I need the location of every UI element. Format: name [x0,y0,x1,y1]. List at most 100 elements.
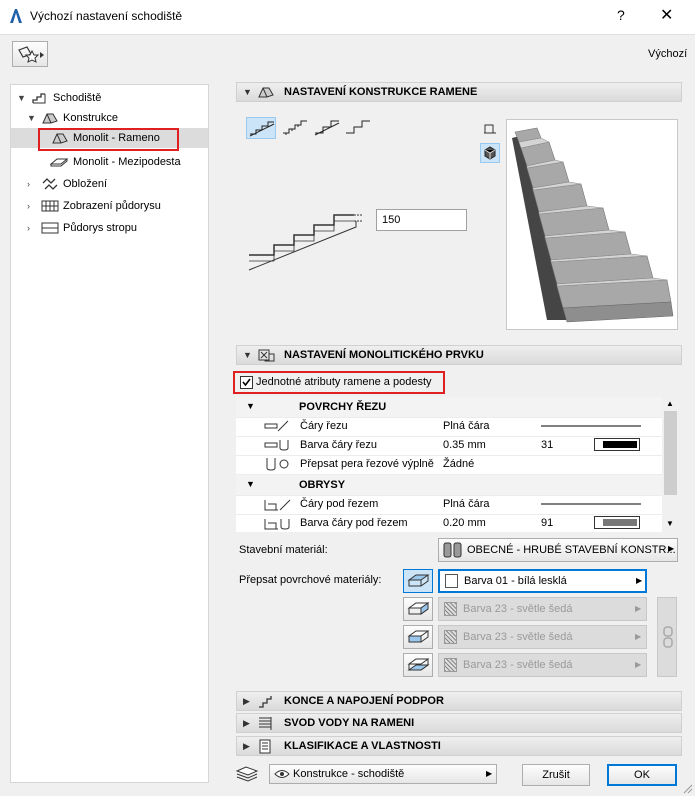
favorites-button[interactable] [12,41,48,67]
tree-label: Monolit - Mezipodesta [73,156,181,168]
chevron-right-icon[interactable]: › [27,174,30,194]
attr-name: Čáry řezu [300,420,348,432]
scroll-up-icon[interactable]: ▲ [666,399,674,408]
section-header-monolith[interactable]: ▼ NASTAVENÍ MONOLITICKÉHO PRVKU [236,345,682,365]
chevron-down-icon: ▼ [243,350,252,360]
table-row[interactable]: Barva čáry pod řezem 0.20 mm 91 [236,513,662,532]
section-title: NASTAVENÍ KONSTRUKCE RAMENE [284,86,478,98]
window-title: Výchozí nastavení schodiště [30,9,183,23]
resize-grip-icon[interactable] [682,783,694,795]
section-header-ends[interactable]: ▶ KONCE A NAPOJENÍ PODPOR [236,691,682,711]
plan-view-icon[interactable] [483,121,497,135]
attr-value[interactable]: Plná čára [443,498,489,510]
section-header-classification[interactable]: ▶ KLASIFIKACE A VLASTNOSTI [236,736,682,756]
building-material-dropdown[interactable]: OBECNÉ - HRUBÉ STAVEBNÍ KONSTR... ▶ [438,538,678,562]
favorites-icon [18,46,44,63]
surface-bottom-icon [407,658,430,671]
chevron-right-icon: ▶ [243,718,250,728]
material-swatch [445,574,458,588]
surface-front-icon [407,630,430,643]
surface-material-dropdown-4[interactable]: Barva 23 - světle šedá ▶ [438,653,647,677]
structure-icon [258,87,274,98]
chevron-right-icon[interactable]: › [27,218,30,238]
table-row[interactable]: Čáry pod řezem Plná čára [236,494,662,515]
scroll-thumb[interactable] [664,411,677,495]
chevron-down-icon[interactable]: ▼ [27,108,36,128]
model-view-dropdown[interactable]: Konstrukce - schodiště ▶ [269,764,497,784]
close-button[interactable]: ✕ [660,5,673,25]
attr-name: Čáry pod řezem [300,498,379,510]
surface-top-button[interactable] [403,569,433,593]
stair-type-icon [346,120,370,134]
pen-number: 31 [541,439,554,451]
highlight-box [38,128,179,151]
surface-material-dropdown-3[interactable]: Barva 23 - světle šedá ▶ [438,625,647,649]
cancel-button[interactable]: Zrušit [522,764,590,786]
stair-icon [32,93,46,104]
tree-item-structure[interactable]: ▼ Konstrukce [11,108,208,128]
material-swatch [444,658,457,672]
table-row[interactable]: Přepsat pera řezové výplně Žádné [236,454,662,475]
classification-icon [259,739,271,754]
thickness-input[interactable]: 150 [376,209,467,231]
surface-side-button[interactable] [403,597,433,621]
group-header-row[interactable]: ▼ OBRYSY [236,475,662,496]
attr-value[interactable]: Plná čára [443,420,489,432]
surface-bottom-button[interactable] [403,653,433,677]
chevron-down-icon[interactable]: ▼ [246,401,255,411]
tree-item-floor-plan[interactable]: › Zobrazení půdorysu [11,196,208,216]
chevron-right-icon: ▶ [635,632,642,641]
section-header-drainage[interactable]: ▶ SVOD VODY NA RAMENI [236,713,682,733]
tree-label: Konstrukce [63,112,119,124]
stair-type-4-button[interactable] [343,117,373,139]
3d-view-button[interactable] [480,143,500,163]
chevron-right-icon: ▶ [636,576,643,585]
override-surface-label: Přepsat povrchové materiály: [239,574,382,586]
link-materials-button[interactable] [657,597,677,677]
table-row[interactable]: Barva čáry řezu 0.35 mm 31 [236,435,662,456]
stair-type-icon [283,120,307,135]
surface-material-dropdown-2[interactable]: Barva 23 - světle šedá ▶ [438,597,647,621]
pen-color-swatch[interactable] [594,516,640,529]
surface-material-dropdown-1[interactable]: Barva 01 - bílá lesklá ▶ [438,569,647,593]
pen-number: 91 [541,517,554,529]
attr-value[interactable]: 0.35 mm [443,439,486,451]
tree-item-stair[interactable]: ▼ Schodiště [11,88,208,108]
stair-type-3-button[interactable] [312,117,342,139]
tree-item-finish[interactable]: › Obložení [11,174,208,194]
chevron-right-icon: ▶ [635,604,642,613]
attr-name: Barva čáry řezu [300,439,378,451]
ok-button[interactable]: OK [607,764,677,786]
outline-line-icon [264,499,291,511]
group-header: POVRCHY ŘEZU [299,401,387,413]
surface-front-button[interactable] [403,625,433,649]
table-row[interactable]: Čáry řezu Plná čára [236,416,662,437]
stair-type-icon [314,120,340,136]
section-header-flight-structure[interactable]: ▼ NASTAVENÍ KONSTRUKCE RAMENE [236,82,682,102]
attr-value[interactable]: Žádné [443,458,474,470]
chevron-right-icon[interactable]: › [27,196,30,216]
grid-scrollbar[interactable]: ▲ ▼ [662,397,679,532]
scroll-down-icon[interactable]: ▼ [666,519,674,528]
section-title: KONCE A NAPOJENÍ PODPOR [284,695,444,707]
stair-type-1-button[interactable] [246,117,276,139]
drainage-icon [259,717,272,730]
building-material-label: Stavební materiál: [239,544,328,556]
building-material-value: OBECNÉ - HRUBÉ STAVEBNÍ KONSTR... [467,544,676,556]
attr-value[interactable]: 0.20 mm [443,517,486,529]
help-button[interactable]: ? [617,7,625,23]
chevron-down-icon[interactable]: ▼ [246,479,255,489]
thickness-value: 150 [382,214,401,226]
tree-label: Schodiště [53,92,102,104]
chevron-right-icon: ▶ [243,741,250,751]
settings-tree: ▼ Schodiště ▼ Konstrukce Monolit - Ramen… [10,84,209,783]
chevron-down-icon[interactable]: ▼ [17,88,26,108]
chain-link-icon [663,626,673,648]
pen-color-swatch[interactable] [594,438,640,451]
pen-color-fill [603,519,637,526]
stair-type-2-button[interactable] [280,117,310,139]
group-header: OBRYSY [299,479,346,491]
tree-item-ceiling-plan[interactable]: › Půdorys stropu [11,218,208,238]
group-header-row[interactable]: ▼ POVRCHY ŘEZU [236,397,662,418]
tree-item-monolith-landing[interactable]: Monolit - Mezipodesta [11,152,208,172]
